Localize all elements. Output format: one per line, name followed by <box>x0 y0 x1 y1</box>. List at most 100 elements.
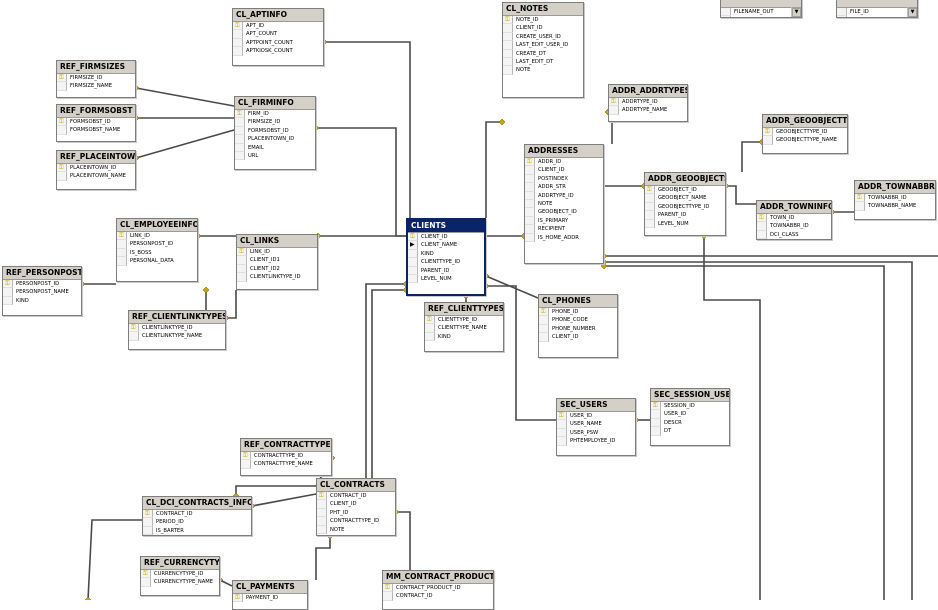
row-selector[interactable] <box>525 183 535 192</box>
row-selector[interactable] <box>645 202 655 212</box>
column-row[interactable]: CLIENTLINKTYPE_ID <box>237 273 317 282</box>
column-row[interactable]: PHTEMPLOYEE_ID <box>557 437 635 446</box>
column-row[interactable]: USER_NAME <box>557 420 635 429</box>
row-selector[interactable] <box>721 8 731 17</box>
column-row[interactable]: ⚿ APT_ID <box>233 22 323 31</box>
relationship-line[interactable] <box>226 290 237 319</box>
column-row[interactable]: FILENAME_OUT <box>721 8 801 17</box>
column-row[interactable]: NOTE <box>317 525 395 534</box>
column-row[interactable]: DCI_CLASS <box>757 230 831 239</box>
row-selector[interactable] <box>557 437 567 446</box>
row-selector[interactable] <box>757 230 767 239</box>
row-selector[interactable] <box>645 194 655 203</box>
table-cl-firminfo[interactable]: CL_FIRMINFO ⚿ FIRM_ID FIRMSIZE_ID FORMSOBST_… <box>234 96 316 170</box>
table-title[interactable]: CLIENTS <box>408 220 484 233</box>
row-selector[interactable] <box>525 208 535 217</box>
column-row[interactable]: GEOOBJECT_NAME <box>645 194 725 203</box>
row-selector[interactable] <box>837 8 847 17</box>
row-selector[interactable] <box>57 172 67 181</box>
row-selector[interactable] <box>525 216 535 226</box>
table-title[interactable]: CL_CONTRACTS <box>317 479 395 492</box>
table-title[interactable]: CL_LINKS <box>237 235 317 248</box>
column-row[interactable]: PLACEINTOWN_ID <box>235 135 315 144</box>
row-selector[interactable] <box>425 324 435 333</box>
table-title[interactable]: CL_PAYMENTS <box>233 581 307 594</box>
column-row[interactable]: ⚿ CONTRACT_PRODUCT_ID <box>383 584 493 593</box>
row-selector[interactable] <box>539 316 549 325</box>
column-row[interactable]: ⚿ CLIENTLINKTYPE_ID <box>129 324 225 333</box>
row-selector[interactable] <box>837 16 847 17</box>
table-cl-phones[interactable]: CL_PHONES ⚿ PHONE_ID PHONE_CODE PHONE_NUMBER… <box>538 294 618 358</box>
row-selector[interactable] <box>143 526 153 535</box>
table-ref-formsobst[interactable]: REF_FORMSOBST ⚿ FORMSOBST_ID FORMSOBST_NAME <box>56 104 136 142</box>
column-row[interactable]: IS_BARTER <box>143 526 251 535</box>
relationship-line[interactable] <box>87 519 142 600</box>
table-ref-firmsizes[interactable]: REF_FIRMSIZES ⚿ FIRMSIZE_ID FIRMSIZE_NAME <box>56 60 136 98</box>
table-scrollbar[interactable]: ▲▼ <box>907 7 917 17</box>
row-selector[interactable] <box>57 82 67 91</box>
table-title[interactable]: CL_PHONES <box>539 295 617 308</box>
row-selector[interactable] <box>557 428 567 438</box>
column-row[interactable]: DT <box>651 427 729 436</box>
row-selector[interactable] <box>855 202 865 211</box>
row-selector[interactable] <box>503 32 513 42</box>
column-row[interactable]: ⚿ LINK_ID <box>117 232 197 241</box>
table-top-right-2[interactable]: FILE_ID CLIENT_ID ▲▼ <box>836 0 918 18</box>
column-row[interactable]: ⚿ LINK_ID <box>237 248 317 257</box>
table-title[interactable]: CL_APTINFO <box>233 9 323 22</box>
table-ref-clienttypes[interactable]: REF_CLIENTTYPES ⚿ CLIENTTYPE_ID CLIENTTYPE_… <box>424 302 504 352</box>
relationship-line[interactable] <box>316 127 406 237</box>
table-cl-contracts[interactable]: CL_CONTRACTS ⚿ CONTRACT_ID CLIENT_ID PHT_ID C… <box>316 478 396 536</box>
row-selector[interactable] <box>503 41 513 50</box>
relationship-line[interactable] <box>741 141 762 172</box>
column-row[interactable]: DESCR <box>651 418 729 428</box>
column-row[interactable]: FIRMSIZE_ID <box>235 118 315 127</box>
row-selector[interactable] <box>317 508 327 518</box>
column-row[interactable]: ⚿ CURRENCYTYPE_ID <box>141 570 219 579</box>
column-row[interactable]: GEOOBJECTTYPE_NAME <box>763 136 847 145</box>
row-selector[interactable] <box>525 225 535 234</box>
column-row[interactable]: ⚿ SESSION_ID <box>651 402 729 411</box>
table-scrollbar[interactable]: ▲▼ <box>791 7 801 17</box>
column-row[interactable]: PHONE_CODE <box>539 316 617 325</box>
table-title[interactable]: ADDR_GEOOBJECTTYPE <box>763 115 847 128</box>
row-selector[interactable] <box>317 500 327 509</box>
column-row[interactable]: ⚿ PAYMENT_ID <box>233 594 307 603</box>
row-selector[interactable] <box>425 332 435 342</box>
table-title[interactable]: CL_DCI_CONTRACTS_INFO <box>143 497 251 510</box>
table-cl-employeeinfo[interactable]: CL_EMPLOYEEINFO ⚿ LINK_ID PERSONPOST_ID IS_B… <box>116 218 198 282</box>
row-selector[interactable] <box>525 166 535 175</box>
table-top-right-1[interactable]: FILENAME_OUT DT ▲▼ <box>720 0 802 18</box>
column-row[interactable]: POSTINDEX <box>525 174 603 184</box>
row-selector[interactable] <box>525 174 535 184</box>
column-row[interactable]: KIND <box>425 332 503 342</box>
column-row[interactable]: CLIENT_ID <box>503 24 583 33</box>
column-row[interactable]: CLIENT_ID <box>837 16 917 17</box>
column-row[interactable]: ADDRTYPE_NAME <box>609 106 687 115</box>
row-selector[interactable] <box>408 249 418 259</box>
table-sec-session-user[interactable]: SEC_SESSION_USER ⚿ SESSION_ID USER_ID DESCR D… <box>650 388 730 446</box>
column-row[interactable]: RECIPIENT <box>525 225 603 234</box>
column-row[interactable]: ⚿ FORMSOBST_ID <box>57 118 135 127</box>
column-row[interactable]: PARENT_ID <box>408 266 484 275</box>
row-selector[interactable] <box>525 191 535 200</box>
table-ref-clientlinktypes[interactable]: REF_CLIENTLINKTYPES ⚿ CLIENTLINKTYPE_ID CLI… <box>128 310 226 350</box>
table-title[interactable]: REF_PERSONPOSTS <box>3 267 81 280</box>
table-addresses[interactable]: ADDRESSES ⚿ ADDR_ID CLIENT_ID POSTINDEX ADDR_… <box>524 144 604 264</box>
column-row[interactable]: ⚿ CLIENT_ID <box>408 233 484 242</box>
row-selector[interactable] <box>237 256 247 265</box>
row-selector[interactable] <box>408 266 418 275</box>
row-selector[interactable] <box>117 240 127 249</box>
table-ref-personposts[interactable]: REF_PERSONPOSTS ⚿ PERSONPOST_ID PERSONPOST_… <box>2 266 82 316</box>
row-selector[interactable] <box>721 16 731 17</box>
column-row[interactable]: CREATE_DT <box>503 49 583 58</box>
column-row[interactable]: NOTE <box>525 199 603 209</box>
row-selector[interactable] <box>408 258 418 267</box>
column-row[interactable]: ⚿ ADDRTYPE_ID <box>609 98 687 107</box>
column-row[interactable]: APT_COUNT <box>233 30 323 39</box>
row-selector[interactable] <box>241 460 251 469</box>
row-selector[interactable] <box>129 332 139 341</box>
row-selector[interactable] <box>503 57 513 67</box>
column-row[interactable]: CONTRACTTYPE_NAME <box>241 460 331 469</box>
row-selector[interactable] <box>233 38 243 48</box>
